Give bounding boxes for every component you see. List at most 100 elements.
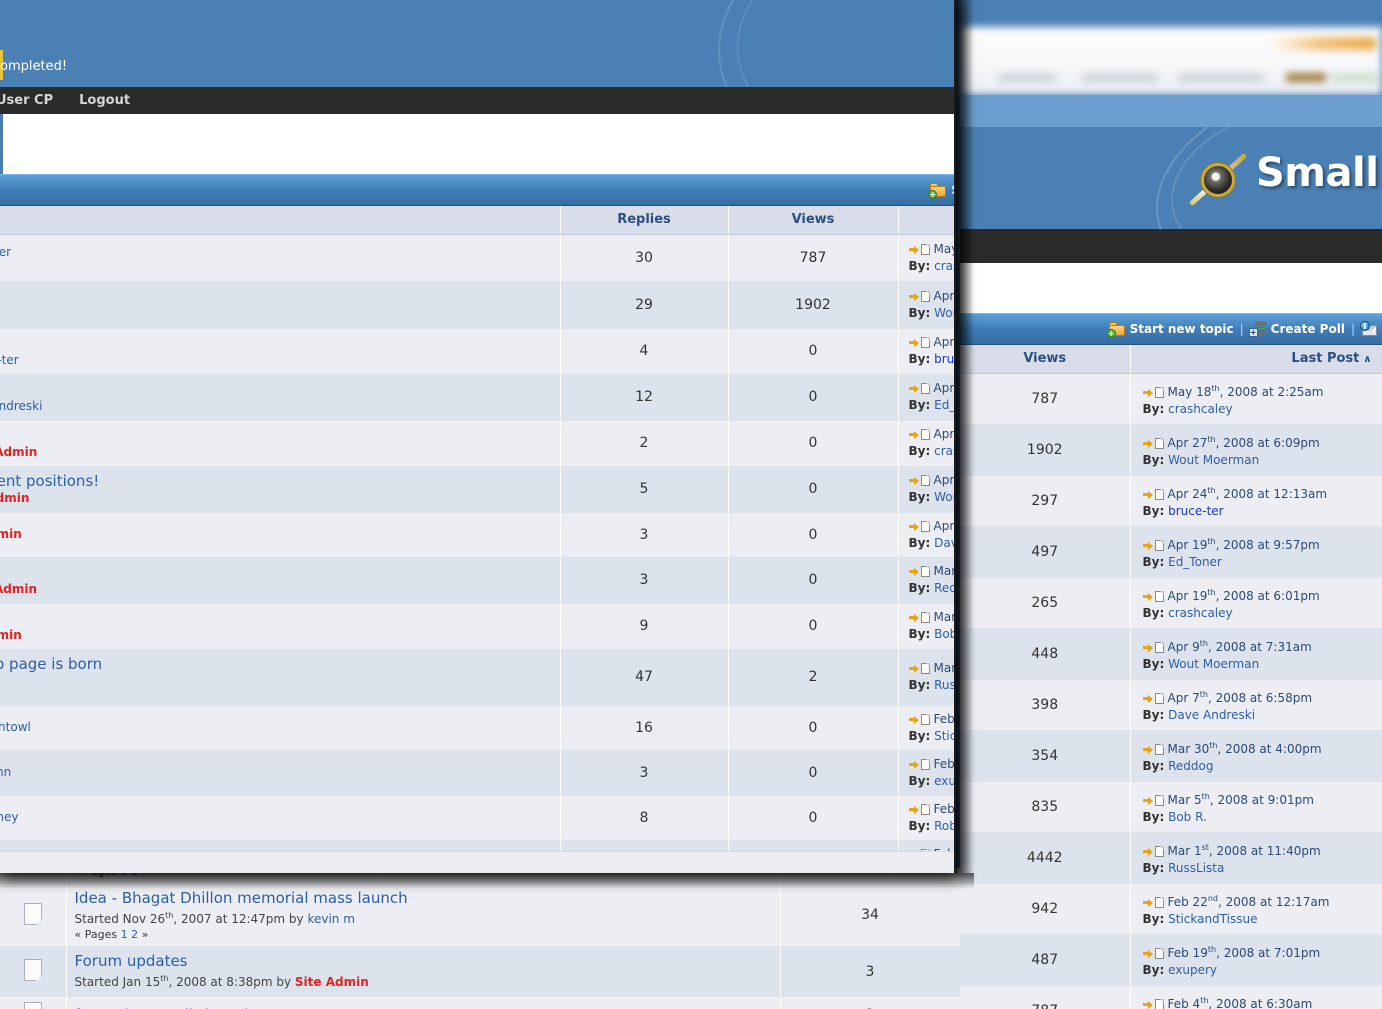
- topic-title-link[interactable]: urope, a web page is born: [0, 655, 102, 673]
- last-post-author-link[interactable]: Dave Andreski: [1168, 708, 1255, 722]
- topic-title-link[interactable]: n management positions!: [0, 472, 99, 490]
- last-post-date-link[interactable]: Mar 1st, 2008 at 11:40pm: [1168, 843, 1321, 858]
- table-row[interactable]: 448 Apr 9th, 2008 at 7:31am By: Wout Moerm…: [960, 628, 1382, 680]
- cell-topic[interactable]: pm by applehoney: [0, 795, 561, 841]
- cell-topic[interactable]: ery sad news2am by Site Admin: [0, 840, 561, 851]
- table-row[interactable]: r0am by Dave Andreski120AprBy: Ed_: [0, 374, 955, 421]
- nav-item-logout[interactable]: Logout: [79, 93, 130, 108]
- table-row[interactable]: 497 Apr 19th, 2008 at 9:57pm By: Ed_Toner: [960, 526, 1382, 578]
- cell-last-post[interactable]: Mar 1st, 2008 at 11:40pm By: RussLista: [1130, 832, 1382, 884]
- cell-last-post[interactable]: AprBy: bruc: [898, 328, 955, 375]
- cell-last-post[interactable]: AprBy: Wou: [898, 281, 954, 329]
- table-row[interactable]: 787Feb 4th, 2008 at 6:30amBy: RobC: [960, 985, 1382, 1009]
- topic-author-link[interactable]: Site Admin: [0, 445, 37, 459]
- last-post-date-link[interactable]: Apr: [934, 381, 955, 395]
- last-post-date-link[interactable]: Mar 30th, 2008 at 4:00pm: [1168, 741, 1322, 756]
- cell-topic[interactable]: tutorials47am by bruce-ter: [0, 328, 561, 375]
- last-post-date-link[interactable]: Feb 4th, 2008 at 6:30am: [1168, 996, 1313, 1009]
- cell-topic[interactable]: :! Wooo!36pm by Site Admin: [0, 420, 561, 467]
- topic-author-link[interactable]: Site Admin: [0, 527, 22, 541]
- table-row[interactable]: pm by applehoney80FebBy: Rob: [0, 795, 954, 841]
- cell-topic[interactable]: pm by Reddog: [0, 281, 561, 329]
- last-post-author-link[interactable]: RussLista: [1168, 861, 1224, 875]
- table-row[interactable]: neededam by Site Admin90MarBy: Bob: [0, 603, 954, 650]
- cell-topic[interactable]: from Bhagat's littlest sister: [66, 996, 781, 1009]
- cell-last-post[interactable]: Apr 9th, 2008 at 7:31am By: Wout Moerman: [1130, 628, 1382, 680]
- cell-last-post[interactable]: Apr 19th, 2008 at 9:57pm By: Ed_Toner: [1130, 526, 1382, 578]
- list-item[interactable]: Idea - Bhagat Dhillon memorial mass laun…: [0, 883, 960, 947]
- last-post-date-link[interactable]: Apr 19th, 2008 at 9:57pm: [1168, 537, 1320, 552]
- cell-last-post[interactable]: Feb 19th, 2008 at 7:01pm By: exupery: [1130, 934, 1382, 986]
- front-nav-bar[interactable]: User CP Logout: [0, 87, 954, 114]
- topic-author-link[interactable]: Site Admin: [0, 628, 22, 642]
- cell-topic[interactable]: n management positions!6am by Site Admin: [0, 466, 561, 513]
- table-row[interactable]: pm by Reddog291902AprBy: Wou: [0, 281, 954, 329]
- last-post-author-link[interactable]: Rob: [934, 819, 954, 833]
- cell-last-post[interactable]: Apr 24th, 2008 at 12:13am By: bruce-ter: [1130, 475, 1382, 527]
- topic-list-front-panel[interactable]: Replies Views 1am by bruce-ter30787MayBy…: [0, 206, 955, 851]
- table-row[interactable]: 1902 Apr 27th, 2008 at 6:09pm By: Wout Moe…: [960, 424, 1382, 476]
- last-post-date-link[interactable]: Apr: [934, 519, 955, 533]
- topic-title-link[interactable]: Forum updates: [75, 952, 188, 970]
- cell-topic[interactable]: 1am by bruce-ter: [0, 234, 561, 282]
- create-poll-button[interactable]: + Create Poll: [1248, 322, 1345, 337]
- cell-last-post[interactable]: Feb By: exu: [898, 750, 954, 796]
- topic-title-link[interactable]: from Bhagat's littlest sister: [75, 1006, 278, 1009]
- topic-author-link[interactable]: applehoney: [0, 810, 19, 824]
- cell-topic[interactable]: neededam by Site Admin: [0, 603, 561, 650]
- cell-last-post[interactable]: MarBy: Russ: [898, 649, 954, 706]
- last-post-date-link[interactable]: Apr 24th, 2008 at 12:13am: [1168, 486, 1328, 501]
- last-post-author-link[interactable]: Wou: [934, 490, 954, 504]
- cell-topic[interactable]: Idea - Bhagat Dhillon memorial mass laun…: [66, 883, 781, 947]
- cell-topic[interactable]: r0am by Dave Andreski: [0, 374, 561, 421]
- topic-author-link[interactable]: Site Admin: [295, 975, 369, 989]
- table-row[interactable]: ery sad news2am by Site Admin260FebBy: M…: [0, 840, 954, 851]
- cell-last-post[interactable]: Mar By: Bob: [898, 603, 954, 650]
- last-post-author-link[interactable]: Ed_: [934, 398, 954, 412]
- last-post-date-link[interactable]: Apr 19th, 2008 at 6:01pm: [1168, 588, 1320, 603]
- cell-last-post[interactable]: MayBy: cras: [898, 234, 955, 282]
- topic-author-link[interactable]: bruce-ter: [0, 245, 11, 259]
- last-post-author-link[interactable]: Stic: [934, 729, 954, 743]
- last-post-author-link[interactable]: cras: [934, 259, 954, 273]
- cell-last-post[interactable]: FebBy: Maje: [898, 840, 954, 851]
- last-post-date-link[interactable]: May 18th, 2008 at 2:25am: [1168, 384, 1324, 399]
- last-post-author-link[interactable]: bruc: [934, 352, 954, 366]
- last-post-date-link[interactable]: Mar: [934, 564, 955, 578]
- last-post-author-link[interactable]: Bob R.: [1168, 810, 1207, 824]
- cell-topic[interactable]: Forum updates Started Jan 15th, 2008 at 8…: [66, 946, 781, 997]
- last-post-author-link[interactable]: Russ: [934, 678, 954, 692]
- last-post-author-link[interactable]: Wou: [934, 306, 954, 320]
- cell-last-post[interactable]: Apr 27th, 2008 at 6:09pm By: Wout Moerman: [1130, 424, 1382, 476]
- last-post-author-link[interactable]: Bob: [934, 627, 954, 641]
- topic-list-right-panel[interactable]: Views Last Post ∧ 787 May 18th, 2008 at 2:…: [960, 345, 1382, 1009]
- last-post-author-link[interactable]: bruce-ter: [1168, 504, 1224, 518]
- topic-author-link[interactable]: Site Admin: [0, 582, 37, 596]
- table-row[interactable]: :! Wooo!36pm by Site Admin20AprBy: cras: [0, 420, 954, 467]
- topic-author-link[interactable]: Dave Andreski: [0, 399, 42, 413]
- last-post-date-link[interactable]: Apr: [934, 335, 955, 349]
- last-post-date-link[interactable]: Feb 22nd, 2008 at 12:17am: [1168, 894, 1330, 909]
- front-start-new-topic-button[interactable]: + S: [928, 183, 954, 199]
- table-row[interactable]: 398 Apr 7th, 2008 at 6:58pm By: Dave Andre…: [960, 679, 1382, 731]
- last-post-date-link[interactable]: May: [934, 242, 955, 256]
- page-link[interactable]: 2: [131, 928, 138, 941]
- last-post-date-link[interactable]: Feb: [934, 712, 955, 726]
- site-nav-bar[interactable]: [960, 229, 1382, 263]
- last-post-author-link[interactable]: exupery: [1168, 963, 1217, 977]
- cell-last-post[interactable]: May 18th, 2008 at 2:25am By: crashcaley: [1130, 373, 1382, 425]
- topic-list-bottom-strip[interactable]: « Pages 1 2 » Idea - Bhagat Dhillon memor…: [0, 868, 960, 1009]
- cell-topic[interactable]: urope, a web page is born9pm by bg: [0, 649, 561, 706]
- table-row[interactable]: 1pm by TheNightowl160FebBy: Stic: [0, 705, 955, 751]
- last-post-author-link[interactable]: Reddog: [1168, 759, 1213, 773]
- cell-last-post[interactable]: AprBy: cras: [898, 420, 954, 467]
- topic-author-link[interactable]: bruce-ter: [0, 353, 19, 367]
- cell-last-post[interactable]: Apr By: Dav: [898, 512, 955, 558]
- cell-last-post[interactable]: Mar By: Red: [898, 557, 955, 604]
- cell-topic[interactable]: help needed28am by Site Admin: [0, 557, 561, 604]
- cell-last-post[interactable]: Feb 4th, 2008 at 6:30amBy: RobC: [1130, 985, 1382, 1009]
- page-link[interactable]: 1: [121, 928, 128, 941]
- topic-author-link[interactable]: TheNightowl: [0, 720, 31, 734]
- last-post-author-link[interactable]: Red: [934, 581, 954, 595]
- list-item[interactable]: from Bhagat's littlest sister 2: [0, 996, 960, 1009]
